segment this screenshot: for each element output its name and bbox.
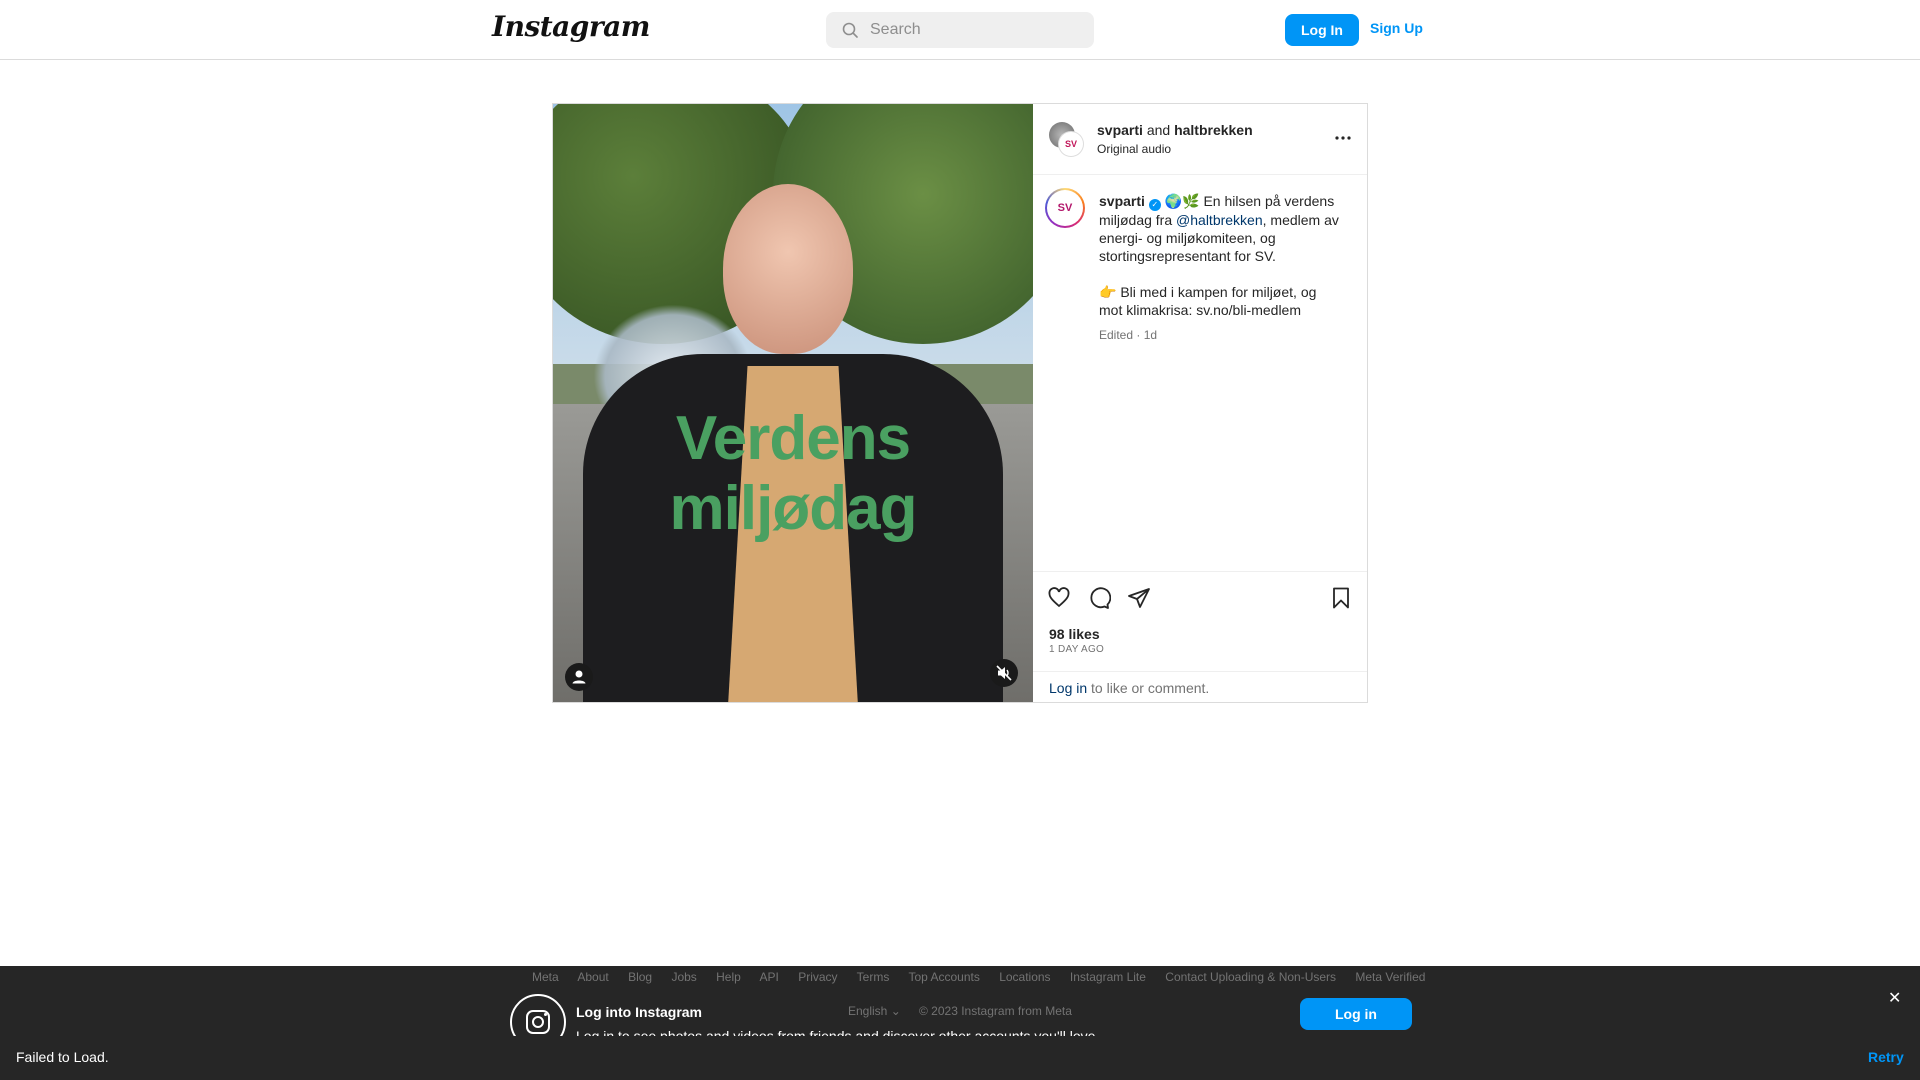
caption-avatar[interactable]: SV — [1045, 188, 1085, 228]
banner-login-button[interactable]: Log in — [1300, 998, 1412, 1030]
copyright: © 2023 Instagram from Meta — [919, 1004, 1072, 1018]
footer-link[interactable]: About — [577, 970, 608, 984]
post-video[interactable]: Verdens miljødag — [553, 104, 1033, 702]
footer-link[interactable]: Top Accounts — [908, 970, 979, 984]
likes-count[interactable]: 98 likes — [1049, 626, 1100, 642]
author-link[interactable]: haltbrekken — [1174, 122, 1253, 138]
login-to-comment: Log in to like or comment. — [1033, 671, 1367, 702]
authors-joiner: and — [1146, 122, 1171, 138]
language-select[interactable]: English ⌄ — [848, 1004, 901, 1018]
search-box[interactable] — [826, 12, 1094, 48]
share-icon[interactable] — [1127, 586, 1151, 610]
footer-link[interactable]: Locations — [999, 970, 1050, 984]
footer-link[interactable]: Meta Verified — [1355, 970, 1425, 984]
caption-meta: Edited · 1d — [1099, 328, 1158, 342]
caption-text: svparti ✓ 🌍🌿 En hilsen på verdens miljød… — [1099, 192, 1339, 319]
footer-link[interactable]: Blog — [628, 970, 652, 984]
top-nav: Instagram Log In Sign Up — [0, 0, 1920, 60]
overlay-line-2: miljødag — [669, 474, 918, 543]
verified-badge-icon: ✓ — [1148, 199, 1161, 211]
more-options-button[interactable] — [1333, 128, 1353, 153]
footer-link[interactable]: Privacy — [798, 970, 837, 984]
overlay-line-1: Verdens — [675, 404, 911, 473]
login-link[interactable]: Log in — [1049, 680, 1087, 696]
footer-link[interactable]: Instagram Lite — [1070, 970, 1146, 984]
post-sidebar: SV svparti and haltbrekken Original audi… — [1033, 104, 1367, 702]
footer-link[interactable]: Meta — [532, 970, 559, 984]
video-overlay-text: Verdens miljødag — [553, 404, 1033, 544]
muted-speaker-icon — [996, 665, 1012, 681]
search-input[interactable] — [870, 12, 1086, 48]
retry-button[interactable]: Retry — [1868, 1049, 1904, 1065]
more-icon — [1335, 136, 1351, 140]
signup-link[interactable]: Sign Up — [1370, 20, 1423, 36]
mute-button[interactable] — [990, 659, 1018, 687]
post-actions — [1033, 571, 1367, 611]
instagram-glyph-icon — [544, 1013, 547, 1016]
avatar: SV — [1047, 190, 1083, 226]
footer-link[interactable]: API — [760, 970, 779, 984]
post-authors: svparti and haltbrekken — [1097, 122, 1253, 138]
author-link[interactable]: svparti — [1097, 122, 1143, 138]
person-icon — [572, 670, 586, 684]
footer-link[interactable]: Terms — [857, 970, 890, 984]
audio-link[interactable]: Original audio — [1097, 142, 1171, 156]
login-banner: Meta About Blog Jobs Help API Privacy Te… — [0, 966, 1920, 1050]
login-button[interactable]: Log In — [1285, 14, 1359, 46]
footer-links: Meta About Blog Jobs Help API Privacy Te… — [532, 970, 1441, 984]
caption-username[interactable]: svparti — [1099, 193, 1145, 209]
error-message: Failed to Load. — [16, 1049, 109, 1065]
login-hint: to like or comment. — [1087, 680, 1210, 696]
close-icon[interactable]: ✕ — [1888, 988, 1901, 1008]
caption-cta: 👉 Bli med i kampen for miljøet, og mot k… — [1099, 284, 1317, 318]
mention-link[interactable]: @haltbrekken — [1176, 212, 1263, 228]
avatar: SV — [1059, 132, 1083, 156]
footer-link[interactable]: Jobs — [671, 970, 696, 984]
post-card: Verdens miljødag SV svparti and haltbrek… — [552, 103, 1368, 703]
banner-title: Log into Instagram — [576, 1004, 702, 1020]
post-header: SV svparti and haltbrekken Original audi… — [1033, 104, 1367, 175]
search-icon — [842, 22, 858, 38]
comment-icon[interactable] — [1087, 586, 1111, 610]
footer-link[interactable]: Help — [716, 970, 741, 984]
instagram-glyph-icon — [532, 1016, 544, 1028]
bookmark-icon[interactable] — [1329, 586, 1353, 610]
heart-icon[interactable] — [1047, 586, 1071, 610]
instagram-logo[interactable]: Instagram — [492, 10, 650, 43]
post-timestamp[interactable]: 1 DAY AGO — [1049, 644, 1104, 655]
footer-link[interactable]: Contact Uploading & Non-Users — [1165, 970, 1336, 984]
error-snackbar: Failed to Load. Retry — [0, 1036, 1920, 1080]
video-background — [723, 184, 853, 354]
collab-avatars[interactable]: SV — [1049, 122, 1083, 156]
tagged-users-button[interactable] — [565, 663, 593, 691]
